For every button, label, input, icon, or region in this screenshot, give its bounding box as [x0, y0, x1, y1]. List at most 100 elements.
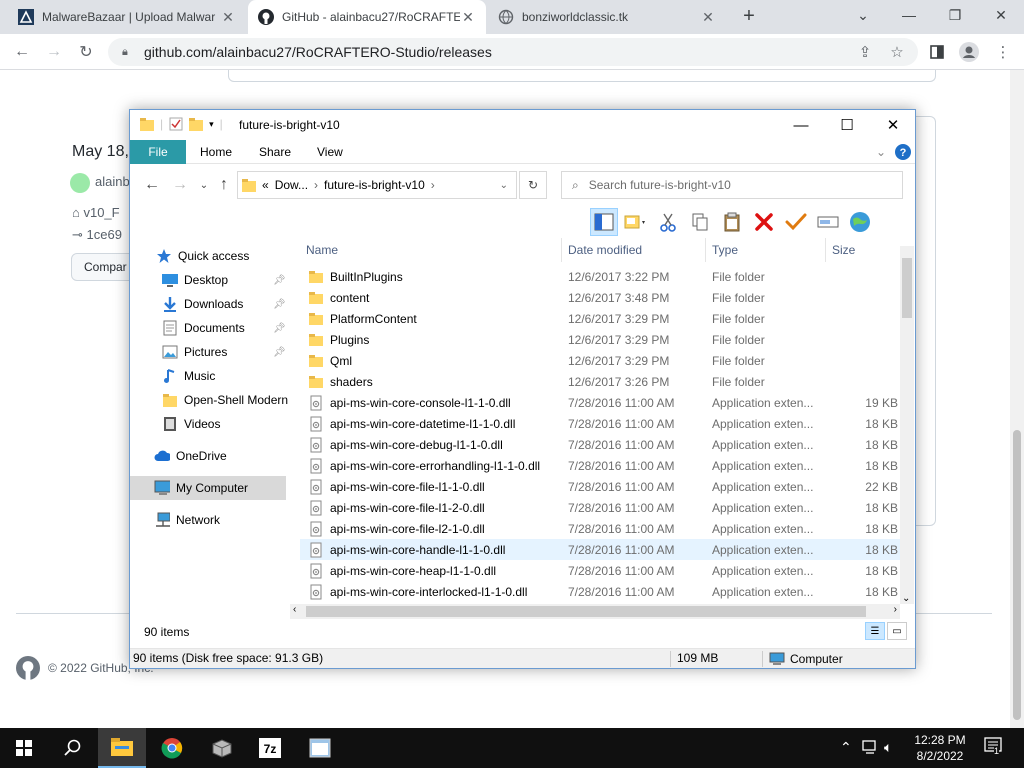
refresh-button[interactable]: ↻ — [519, 171, 547, 199]
new-tab-button[interactable]: + — [738, 6, 760, 28]
menu-kebab-icon[interactable]: ⋮ — [992, 41, 1014, 63]
table-row[interactable]: PlatformContent 12/6/2017 3:29 PM File fol… — [300, 308, 900, 329]
page-scrollbar[interactable] — [1010, 70, 1024, 728]
close-tab-icon[interactable]: ✕ — [460, 9, 476, 26]
table-row[interactable]: api-ms-win-core-handle-l1-1-0.dll 7/28/20… — [300, 539, 900, 560]
maximize-icon[interactable]: ☐ — [824, 110, 870, 140]
chevron-down-icon[interactable]: ⌄ — [840, 0, 886, 30]
nav-music[interactable]: Music — [130, 364, 290, 388]
nav-documents[interactable]: Documents 📌︎ — [130, 316, 290, 340]
cut-icon[interactable] — [654, 208, 682, 236]
reload-icon[interactable]: ↻ — [74, 40, 98, 64]
pin-icon[interactable]: 📌︎ — [273, 275, 286, 286]
breadcrumb-current[interactable]: future-is-bright-v10 — [324, 178, 425, 192]
table-row[interactable]: Qml 12/6/2017 3:29 PM File folder — [300, 350, 900, 371]
table-row[interactable]: api-ms-win-core-file-l2-1-0.dll 7/28/2016… — [300, 518, 900, 539]
back-arrow-icon[interactable]: ← — [10, 40, 34, 64]
properties-icon[interactable] — [169, 117, 183, 131]
view-options-icon[interactable] — [622, 208, 650, 236]
rename-icon[interactable] — [814, 208, 842, 236]
help-icon[interactable]: ? — [895, 140, 911, 164]
horizontal-scrollbar-thumb[interactable] — [306, 606, 866, 617]
taskbar-chrome[interactable] — [148, 728, 196, 768]
tab-github[interactable]: GitHub - alainbacu27/RoCRAFTE ✕ — [248, 0, 486, 34]
paste-icon[interactable] — [718, 208, 746, 236]
table-row[interactable]: api-ms-win-core-interlocked-l1-1-0.dll 7/… — [300, 581, 900, 602]
nav-desktop[interactable]: Desktop 📌︎ — [130, 268, 290, 292]
close-window-icon[interactable]: ✕ — [978, 0, 1024, 30]
network-tray-icon[interactable] — [862, 739, 878, 758]
bookmark-star-icon[interactable]: ☆ — [886, 41, 908, 63]
page-scrollbar-thumb[interactable] — [1013, 430, 1021, 720]
tab-bonziworld[interactable]: bonziworldclassic.tk ✕ — [488, 0, 726, 34]
release-tag[interactable]: ⌂ v10_F — [72, 205, 120, 220]
up-arrow-icon[interactable]: ↑ — [212, 173, 236, 197]
scroll-down-icon[interactable]: ⌄ — [902, 593, 910, 604]
profile-avatar-icon[interactable] — [958, 41, 980, 63]
table-row[interactable]: api-ms-win-core-console-l1-1-0.dll 7/28/2… — [300, 392, 900, 413]
nav-downloads[interactable]: Downloads 📌︎ — [130, 292, 290, 316]
nav-quick-access[interactable]: Quick access — [130, 244, 290, 268]
tab-malwarebazaar[interactable]: MalwareBazaar | Upload Malwar ✕ — [8, 0, 246, 34]
close-tab-icon[interactable]: ✕ — [220, 9, 236, 26]
tab-file[interactable]: File — [130, 140, 186, 164]
forward-arrow-icon[interactable]: → — [42, 40, 66, 64]
nav-pictures[interactable]: Pictures 📌︎ — [130, 340, 290, 364]
expand-ribbon-icon[interactable]: ⌄ — [876, 140, 886, 164]
explorer-address-bar[interactable]: « Dow... › future-is-bright-v10 › ⌄ — [237, 171, 517, 199]
minimize-icon[interactable]: — — [778, 110, 824, 140]
file-list-horizontal-scrollbar[interactable]: ‹ › — [290, 604, 900, 619]
column-size[interactable]: Size — [826, 238, 900, 262]
table-row[interactable]: api-ms-win-core-file-l1-2-0.dll 7/28/2016… — [300, 497, 900, 518]
table-row[interactable]: api-ms-win-core-heap-l1-1-0.dll 7/28/2016… — [300, 560, 900, 581]
close-tab-icon[interactable]: ✕ — [700, 9, 716, 26]
breadcrumb-downloads[interactable]: Dow... — [275, 178, 308, 192]
pin-icon[interactable]: 📌︎ — [273, 323, 286, 334]
tab-view[interactable]: View — [317, 140, 343, 164]
taskbar-file-explorer[interactable] — [98, 728, 146, 768]
table-row[interactable]: api-ms-win-core-file-l1-1-0.dll 7/28/2016… — [300, 476, 900, 497]
chevron-right-icon[interactable]: › — [314, 178, 318, 192]
table-row[interactable]: api-ms-win-core-debug-l1-1-0.dll 7/28/201… — [300, 434, 900, 455]
side-panel-icon[interactable] — [926, 41, 948, 63]
avatar[interactable] — [70, 173, 90, 193]
search-input[interactable]: ⌕ Search future-is-bright-v10 — [561, 171, 903, 199]
chevron-right-icon[interactable]: › — [431, 178, 435, 192]
vertical-scrollbar-thumb[interactable] — [902, 258, 912, 318]
scroll-left-icon[interactable]: ‹ — [293, 604, 296, 615]
taskbar-app-2[interactable] — [296, 728, 344, 768]
table-row[interactable]: api-ms-win-core-errorhandling-l1-1-0.dll… — [300, 455, 900, 476]
preview-pane-icon[interactable] — [590, 208, 618, 236]
nav-my-computer[interactable]: My Computer — [130, 476, 286, 500]
pin-icon[interactable]: 📌︎ — [273, 347, 286, 358]
notification-center-icon[interactable]: 1 — [984, 736, 1004, 759]
start-button[interactable] — [0, 728, 48, 768]
table-row[interactable]: Plugins 12/6/2017 3:29 PM File folder — [300, 329, 900, 350]
search-button[interactable] — [48, 728, 96, 768]
pin-icon[interactable]: 📌︎ — [273, 299, 286, 310]
nav-network[interactable]: Network — [130, 508, 290, 532]
back-arrow-icon[interactable]: ← — [140, 173, 164, 197]
release-author[interactable]: alainb — [95, 174, 130, 189]
close-window-icon[interactable]: ✕ — [870, 110, 916, 140]
checkmark-icon[interactable] — [782, 208, 810, 236]
taskbar-app[interactable] — [198, 728, 246, 768]
table-row[interactable]: BuiltInPlugins 12/6/2017 3:22 PM File fold… — [300, 266, 900, 287]
column-date-modified[interactable]: Date modified — [562, 238, 706, 262]
breadcrumb-overflow[interactable]: « — [262, 178, 269, 192]
nav-videos[interactable]: Videos — [130, 412, 290, 436]
scroll-right-icon[interactable]: › — [894, 604, 897, 615]
column-type[interactable]: Type — [706, 238, 826, 262]
file-list-vertical-scrollbar[interactable]: ⌄ — [900, 246, 914, 604]
explorer-titlebar[interactable]: | ▾ | future-is-bright-v10 — ☐ ✕ — [130, 110, 915, 140]
nav-onedrive[interactable]: OneDrive — [130, 444, 290, 468]
table-row[interactable]: api-ms-win-core-datetime-l1-1-0.dll 7/28/… — [300, 413, 900, 434]
customize-qat-icon[interactable]: ▾ — [209, 119, 214, 130]
volume-icon[interactable]: 🔈︎ — [884, 739, 892, 756]
address-bar[interactable]: 🔒︎ github.com/alainbacu27/RoCRAFTERO-Stu… — [108, 38, 918, 66]
taskbar-7zip[interactable]: 7z — [246, 728, 294, 768]
nav-open-shell-modern[interactable]: Open-Shell Modern — [130, 388, 290, 412]
show-hidden-icons-icon[interactable]: ⌃ — [840, 739, 852, 756]
globe-icon[interactable] — [846, 208, 874, 236]
new-folder-icon[interactable] — [189, 117, 204, 131]
